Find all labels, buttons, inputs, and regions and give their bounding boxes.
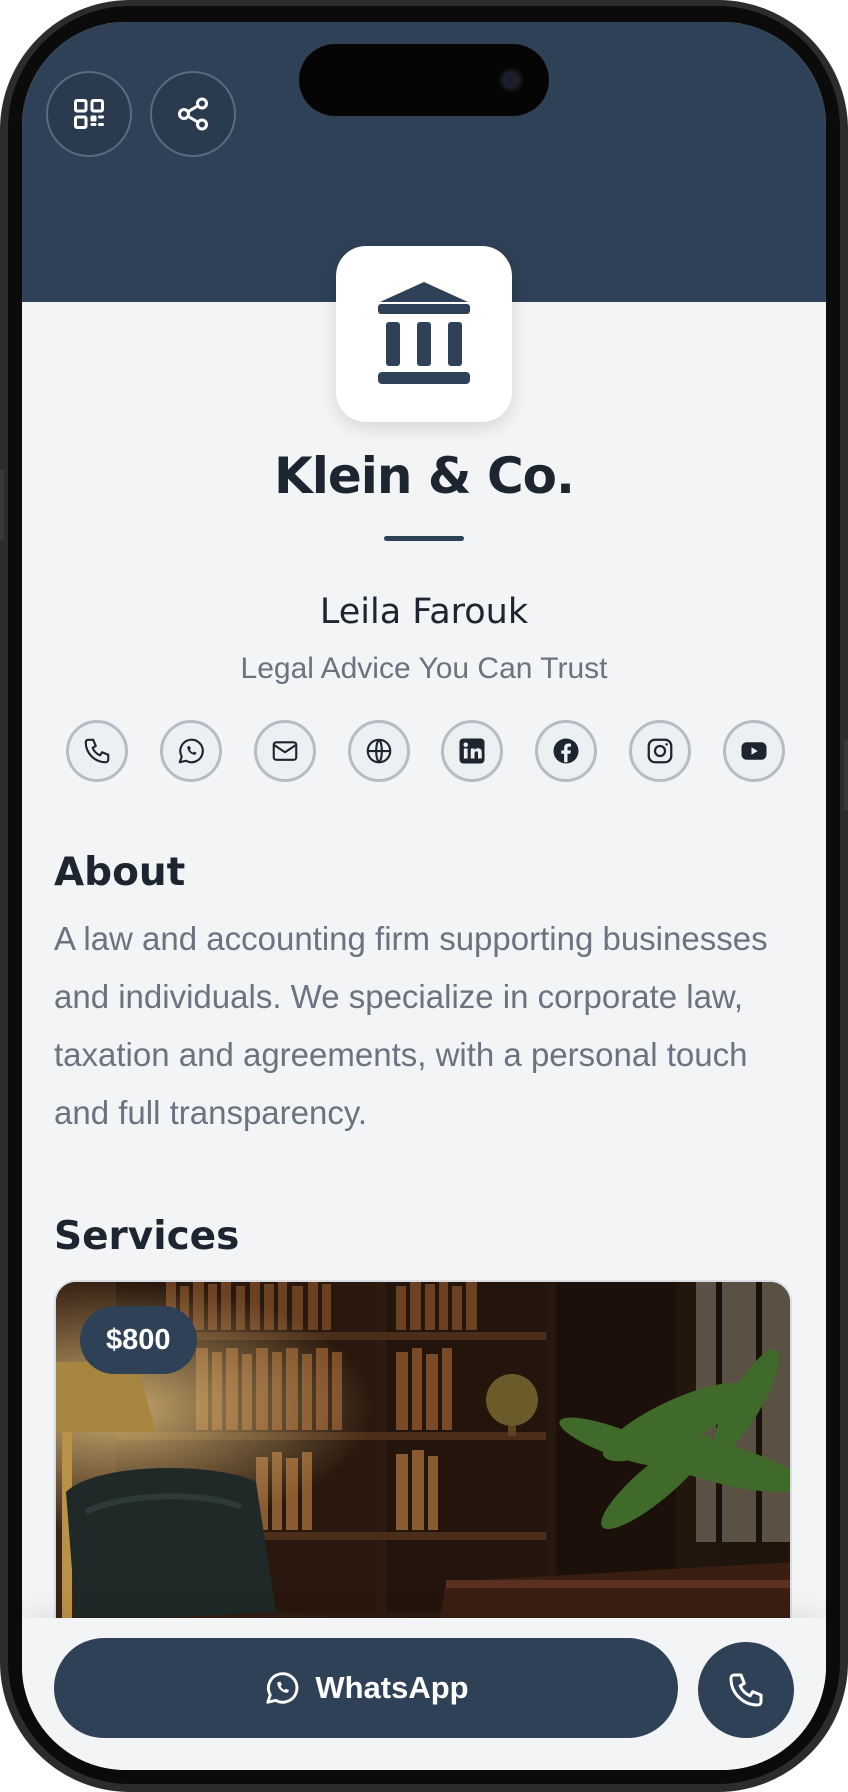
- service-card[interactable]: $800: [54, 1280, 792, 1640]
- phone-icon: [729, 1673, 763, 1707]
- price-badge: $800: [80, 1306, 197, 1374]
- whatsapp-icon: [266, 1672, 299, 1704]
- social-facebook-button[interactable]: [535, 720, 597, 782]
- whatsapp-button[interactable]: WhatsApp: [54, 1638, 678, 1738]
- person-name: Leila Farouk: [319, 592, 529, 632]
- social-phone-button[interactable]: [66, 720, 128, 782]
- social-email-button[interactable]: [254, 720, 316, 782]
- qr-code-icon: [74, 99, 104, 129]
- services-heading: Services: [54, 1214, 240, 1259]
- company-name: Klein & Co.: [274, 447, 575, 505]
- phone-bezel: Klein & Co. Leila Farouk Legal Advice Yo…: [8, 6, 840, 1784]
- social-instagram-button[interactable]: [629, 720, 691, 782]
- social-linkedin-button[interactable]: [441, 720, 503, 782]
- youtube-icon: [741, 742, 767, 760]
- mail-icon: [272, 741, 298, 761]
- whatsapp-icon: [178, 738, 204, 764]
- social-website-button[interactable]: [348, 720, 410, 782]
- tagline: Legal Advice You Can Trust: [240, 652, 608, 685]
- about-heading: About: [54, 850, 186, 895]
- share-icon: [178, 97, 208, 131]
- social-youtube-button[interactable]: [723, 720, 785, 782]
- screen: Klein & Co. Leila Farouk Legal Advice Yo…: [22, 22, 826, 1770]
- linkedin-icon: [459, 738, 485, 764]
- camera-lens: [499, 68, 523, 92]
- social-whatsapp-button[interactable]: [160, 720, 222, 782]
- title-divider: [384, 536, 464, 541]
- share-button[interactable]: [150, 71, 236, 157]
- phone-frame: Klein & Co. Leila Farouk Legal Advice Yo…: [0, 0, 848, 1792]
- company-logo: [336, 246, 512, 422]
- about-text: A law and accounting firm supporting bus…: [54, 920, 768, 1131]
- bank-building-icon: [378, 282, 470, 384]
- social-links: [66, 720, 785, 782]
- side-button: [844, 740, 848, 810]
- call-button[interactable]: [698, 1642, 794, 1738]
- facebook-icon: [553, 738, 579, 764]
- globe-icon: [366, 738, 392, 764]
- dynamic-island: [299, 44, 549, 116]
- whatsapp-button-label: WhatsApp: [315, 1670, 469, 1705]
- side-button: [0, 470, 4, 540]
- instagram-icon: [647, 738, 673, 764]
- phone-icon: [84, 738, 110, 764]
- qr-code-button[interactable]: [46, 71, 132, 157]
